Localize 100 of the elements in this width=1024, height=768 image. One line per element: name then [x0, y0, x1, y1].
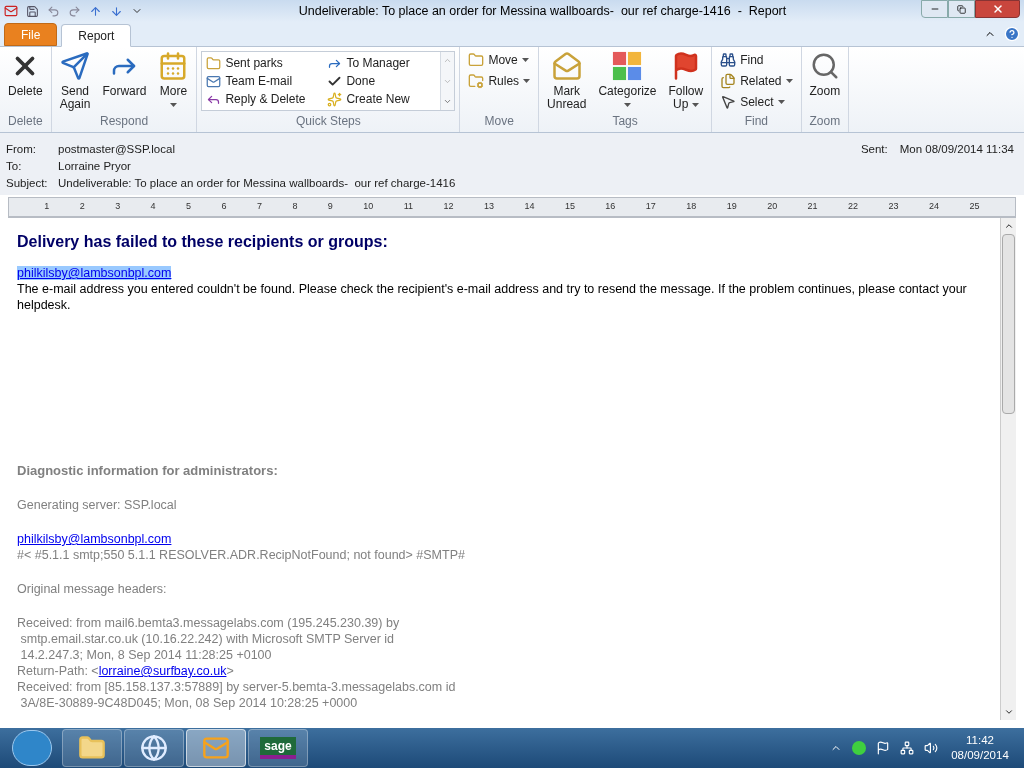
ribbon-button[interactable]: Mark Unread — [543, 47, 591, 111]
pointer-icon — [720, 94, 737, 110]
caret-icon — [169, 102, 177, 107]
flag-icon[interactable] — [876, 741, 890, 755]
quick-step[interactable]: Sent parks — [206, 54, 316, 72]
volume-icon[interactable] — [924, 741, 938, 755]
ruler-number: 24 — [928, 200, 939, 214]
message-text: Received: from [85.158.137.3:57889] by server-5.bemta-3.messagelabs.com id — [17, 679, 457, 695]
header-label: Subject: — [6, 175, 49, 191]
message-text: 14.2.247.3; Mon, 8 Sep 2014 11:28:25 +0100 — [19, 647, 273, 663]
scroll-down-icon — [1003, 707, 1014, 717]
save-icon[interactable] — [26, 4, 39, 18]
header-label: From: — [6, 141, 38, 157]
ribbon-button[interactable]: Forward — [98, 47, 151, 111]
ruler-number: 9 — [327, 200, 333, 214]
ruler-number: 15 — [564, 200, 575, 214]
ruler-number: 2 — [79, 200, 85, 214]
group-label: Tags — [611, 113, 639, 130]
network-icon[interactable] — [900, 741, 914, 755]
email-link[interactable]: lorraine@surfbay.co.uk — [98, 664, 227, 678]
quick-step[interactable]: Create New — [327, 90, 437, 108]
group-label: Respond — [99, 113, 150, 130]
redo-icon[interactable] — [68, 4, 81, 18]
scrollbar[interactable] — [1000, 218, 1016, 720]
folder-icon — [206, 55, 222, 71]
caret-icon — [623, 102, 631, 107]
ruler-number: 7 — [256, 200, 262, 214]
header-value: Undeliverable: To place an order for Messina wallboards- our ref charge-1416 — [58, 175, 456, 191]
ribbon-button[interactable]: Categorize — [594, 47, 661, 111]
sparkle-icon — [327, 91, 343, 107]
email-link[interactable]: philkilsby@lambsonbpl.com — [17, 532, 172, 546]
caret-icon — [523, 79, 531, 83]
folder-gear-icon — [468, 73, 485, 89]
message-text: Received: from mail6.bemta3.messagelabs.com (195.245.230.39) by — [17, 615, 401, 631]
close-button[interactable] — [975, 0, 1020, 18]
ribbon-button[interactable]: Follow Up — [664, 47, 708, 111]
ribbon-button[interactable]: Delete — [4, 47, 47, 98]
message-text: 3A/8E-30889-9C48D045; Mon, 08 Sep 2014 10:28:25 +0000 — [19, 695, 359, 711]
ruler-number: 11 — [403, 200, 414, 214]
taskbar-button[interactable] — [62, 729, 122, 767]
taskbar-button[interactable]: sage — [248, 729, 308, 767]
envelope-icon — [551, 51, 582, 81]
taskbar-button[interactable] — [124, 729, 184, 767]
ruler-number: 23 — [888, 200, 899, 214]
clock-time: 11:42 — [966, 733, 994, 748]
scroll-up-icon — [443, 56, 453, 65]
ruler-number: 20 — [767, 200, 778, 214]
ruler-number: 3 — [115, 200, 121, 214]
minimize-button[interactable] — [921, 0, 948, 18]
folder-icon — [468, 52, 485, 68]
message-text: Original message headers: — [17, 581, 168, 597]
restore-button[interactable] — [948, 0, 975, 18]
pages-icon — [720, 73, 737, 89]
calendar-icon — [158, 51, 189, 81]
message-text: smtp.email.star.co.uk (10.16.22.242) with Microsoft SMTP Server id — [19, 631, 395, 647]
caret-icon — [691, 102, 699, 107]
folder-icon — [78, 734, 106, 762]
header-label: Sent: — [860, 141, 888, 157]
ribbon-tab[interactable]: Report — [61, 24, 132, 47]
start-button[interactable] — [12, 730, 52, 766]
ruler-number: 1 — [44, 200, 50, 214]
taskbar-button[interactable] — [186, 729, 246, 767]
help-icon[interactable] — [1004, 26, 1020, 42]
ribbon-button[interactable]: Related — [720, 71, 793, 91]
quick-step[interactable]: Team E-mail — [206, 72, 316, 90]
message-text: The e-mail address you entered couldn't be found. Please check the recipient's e-mail address and try to resend the message. If the problem continues, please contact your helpdesk. — [17, 281, 968, 313]
header-value: Lorraine Pryor — [58, 158, 131, 174]
header-value: postmaster@SSP.local — [58, 141, 175, 157]
ruler-number: 10 — [363, 200, 374, 214]
ruler-number: 14 — [524, 200, 535, 214]
ribbon-button[interactable]: Find — [720, 50, 793, 70]
window-title: Undeliverable: To place an order for Messina wallboards- our ref charge-1416 - Report — [297, 2, 788, 20]
group-label: Move — [483, 113, 515, 130]
ribbon-button[interactable]: More — [154, 47, 193, 111]
ribbon-button[interactable]: Move — [468, 50, 531, 70]
up-arrow-icon[interactable] — [89, 4, 102, 18]
quick-step[interactable]: Reply & Delete — [206, 90, 316, 108]
ruler-number: 17 — [645, 200, 656, 214]
ribbon-button[interactable]: Zoom — [805, 47, 845, 98]
message-text: #< #5.1.1 smtp;550 5.1.1 RESOLVER.ADR.RecipNotFound; not found> #SMTP# — [17, 547, 466, 563]
undo-icon[interactable] — [47, 4, 60, 18]
ribbon-button[interactable]: Send Again — [55, 47, 95, 111]
ribbon-button[interactable]: Rules — [468, 71, 531, 91]
ruler-number: 4 — [150, 200, 156, 214]
group-label: Zoom — [808, 113, 842, 130]
ruler-number: 25 — [969, 200, 980, 214]
message-heading: Delivery has failed to these recipients or groups: — [17, 234, 389, 250]
ribbon-button[interactable]: Select — [720, 92, 793, 112]
close-icon — [991, 3, 1004, 15]
quick-step[interactable]: Done — [327, 72, 437, 90]
down-arrow-icon[interactable] — [110, 4, 123, 18]
email-link[interactable]: philkilsby@lambsonbpl.com — [17, 266, 172, 280]
browser-icon — [140, 734, 168, 762]
quick-step[interactable]: To Manager — [327, 54, 437, 72]
envelope-icon — [206, 73, 222, 89]
message-text: Generating server: SSP.local — [17, 497, 178, 513]
restore-icon — [957, 4, 966, 14]
ruler-number: 12 — [443, 200, 454, 214]
app-logo: sage — [260, 737, 296, 759]
send-icon — [60, 51, 91, 81]
